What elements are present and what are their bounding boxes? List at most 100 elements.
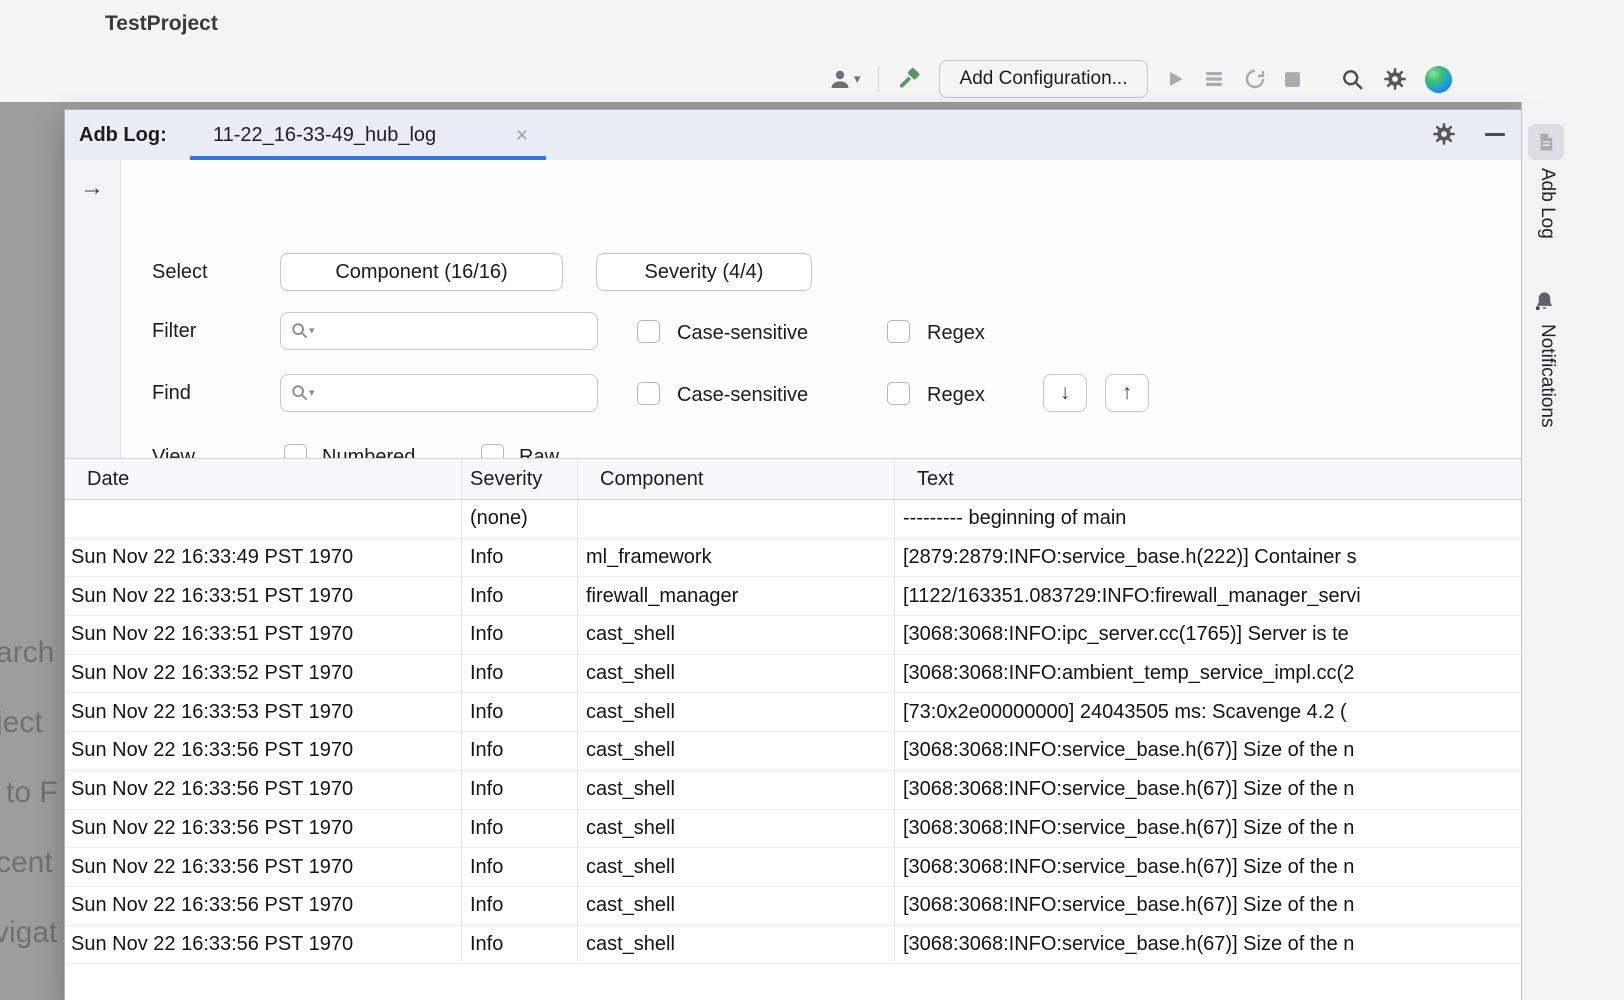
find-regex-checkbox[interactable] [887,382,910,405]
search-icon[interactable] [1340,67,1365,92]
find-case-sensitive-label[interactable]: Case-sensitive [677,384,808,407]
cell-text: [1122/163351.083729:INFO:firewall_manage… [895,577,1521,615]
table-row[interactable]: Sun Nov 22 16:33:56 PST 1970 Info cast_s… [65,848,1521,887]
cell-component: cast_shell [578,616,895,654]
table-row[interactable]: (none) --------- beginning of main [65,500,1521,539]
tab-adb-log[interactable]: Adb Log [1536,168,1558,239]
table-row[interactable]: Sun Nov 22 16:33:56 PST 1970 Info cast_s… [65,732,1521,771]
close-icon[interactable]: × [516,125,528,146]
cell-severity: Info [462,926,578,964]
cell-text: [3068:3068:INFO:service_base.h(67)] Size… [895,810,1521,848]
cell-component: cast_shell [578,771,895,809]
cell-component: cast_shell [578,848,895,886]
filter-search-field: ▾ [280,312,598,350]
cell-component [578,500,895,538]
document-icon [1536,132,1556,152]
filter-input[interactable] [327,314,591,350]
cell-text: [3068:3068:INFO:service_base.h(67)] Size… [895,887,1521,925]
component-filter-button[interactable]: Component (16/16) [280,253,563,291]
filter-regex-checkbox[interactable] [887,320,910,343]
cell-severity: Info [462,693,578,731]
settings-gear-icon[interactable] [1382,66,1408,92]
filter-regex-label[interactable]: Regex [927,322,985,345]
table-row[interactable]: Sun Nov 22 16:33:52 PST 1970 Info cast_s… [65,655,1521,694]
cell-component: cast_shell [578,926,895,964]
chevron-down-icon: ▾ [309,324,315,337]
dimmed-text-fragment: ject [0,706,43,740]
chevron-down-icon: ▾ [854,71,861,87]
column-header-date[interactable]: Date [65,459,462,499]
user-icon[interactable]: ▾ [828,67,861,91]
panel-title: Adb Log: [79,110,167,160]
ide-logo-icon[interactable] [1425,66,1452,93]
cell-text: [3068:3068:INFO:service_base.h(67)] Size… [895,848,1521,886]
profiler-icon[interactable] [1243,67,1267,91]
severity-filter-button[interactable]: Severity (4/4) [596,253,812,291]
arrow-down-icon: ↓ [1060,381,1071,405]
table-row[interactable]: Sun Nov 22 16:33:56 PST 1970 Info cast_s… [65,771,1521,810]
debug-icon[interactable] [1202,67,1226,91]
cell-severity: Info [462,732,578,770]
add-configuration-button[interactable]: Add Configuration... [939,60,1149,98]
cell-date: Sun Nov 22 16:33:56 PST 1970 [65,926,462,964]
panel-settings-gear-icon[interactable] [1431,121,1457,147]
cell-date: Sun Nov 22 16:33:56 PST 1970 [65,732,462,770]
find-previous-button[interactable]: ↑ [1105,374,1149,412]
table-row[interactable]: Sun Nov 22 16:33:56 PST 1970 Info cast_s… [65,926,1521,965]
controls-gutter: → [65,160,121,458]
cell-date: Sun Nov 22 16:33:56 PST 1970 [65,771,462,809]
cell-severity: Info [462,848,578,886]
panel-header: Adb Log: 11-22_16-33-49_hub_log × [65,110,1521,161]
cell-text: [2879:2879:INFO:service_base.h(222)] Con… [895,539,1521,577]
bell-icon[interactable] [1533,290,1556,313]
table-row[interactable]: Sun Nov 22 16:33:56 PST 1970 Info cast_s… [65,810,1521,849]
cell-text: [3068:3068:INFO:ambient_temp_service_imp… [895,655,1521,693]
cell-severity: Info [462,655,578,693]
find-case-sensitive-checkbox[interactable] [637,382,660,405]
cell-severity: Info [462,810,578,848]
cell-component: ml_framework [578,539,895,577]
table-row[interactable]: Sun Nov 22 16:33:53 PST 1970 Info cast_s… [65,693,1521,732]
log-table: Date Severity Component Text (none) ----… [65,458,1521,1000]
arrow-right-icon[interactable]: → [80,174,104,202]
dimmed-text-fragment: cent [0,846,53,880]
filter-case-sensitive-checkbox[interactable] [637,320,660,343]
table-row[interactable]: Sun Nov 22 16:33:56 PST 1970 Info cast_s… [65,887,1521,926]
table-row[interactable]: Sun Nov 22 16:33:51 PST 1970 Info firewa… [65,577,1521,616]
dimmed-text-fragment: arch [0,636,54,670]
find-input[interactable] [327,376,591,412]
find-label: Find [152,382,191,405]
table-row[interactable]: Sun Nov 22 16:33:51 PST 1970 Info cast_s… [65,616,1521,655]
cell-text: [3068:3068:INFO:ipc_server.cc(1765)] Ser… [895,616,1521,654]
tool-window-strip: Adb Log Notifications [1521,102,1624,1000]
run-icon[interactable] [1165,69,1185,89]
toolbar-divider [878,66,879,92]
search-icon: ▾ [290,383,315,402]
table-row[interactable]: Sun Nov 22 16:33:49 PST 1970 Info ml_fra… [65,539,1521,578]
column-header-severity[interactable]: Severity [462,459,578,499]
window-title: TestProject [105,12,218,36]
cell-component: cast_shell [578,655,895,693]
cell-date: Sun Nov 22 16:33:51 PST 1970 [65,577,462,615]
cell-text: --------- beginning of main [895,500,1521,538]
tab-adb-log-iconbox[interactable] [1528,124,1564,160]
cell-component: cast_shell [578,693,895,731]
find-regex-label[interactable]: Regex [927,384,985,407]
cell-component: cast_shell [578,887,895,925]
cell-severity: (none) [462,500,578,538]
column-header-component[interactable]: Component [578,459,895,499]
find-next-button[interactable]: ↓ [1043,374,1087,412]
minimize-icon[interactable] [1485,133,1505,136]
cell-text: [3068:3068:INFO:service_base.h(67)] Size… [895,771,1521,809]
filter-case-sensitive-label[interactable]: Case-sensitive [677,322,808,345]
stop-icon[interactable] [1284,71,1301,88]
log-file-tab[interactable]: 11-22_16-33-49_hub_log × [190,110,546,160]
build-hammer-icon[interactable] [896,66,922,92]
tab-notifications[interactable]: Notifications [1536,324,1558,428]
cell-date: Sun Nov 22 16:33:56 PST 1970 [65,810,462,848]
filter-label: Filter [152,320,196,343]
cell-severity: Info [462,771,578,809]
cell-date: Sun Nov 22 16:33:56 PST 1970 [65,848,462,886]
column-header-text[interactable]: Text [895,459,1521,499]
log-controls: → Select Component (16/16) Severity (4/4… [65,160,1521,458]
